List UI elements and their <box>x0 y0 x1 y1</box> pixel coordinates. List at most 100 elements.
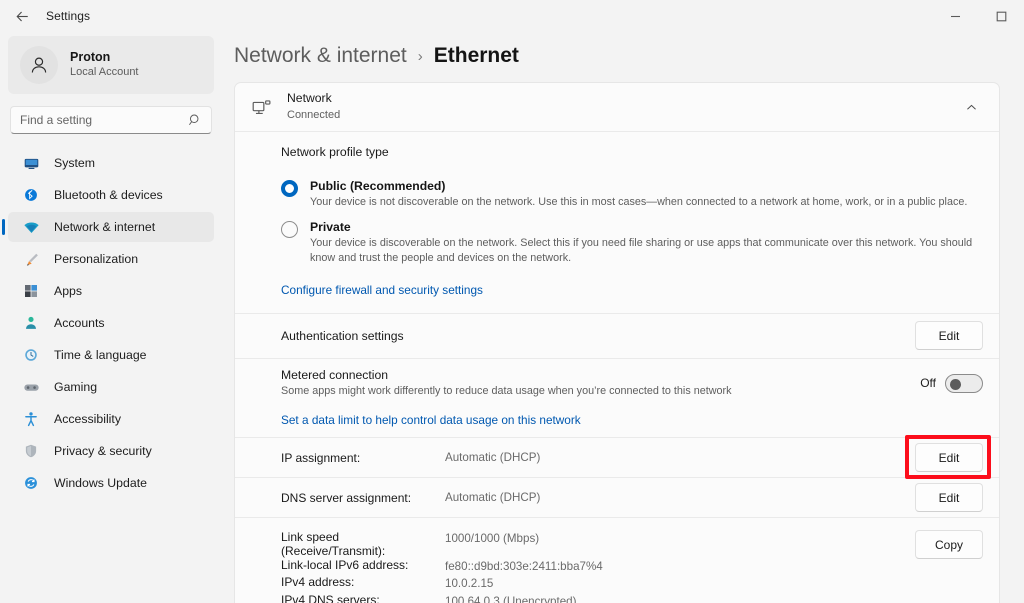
sidebar-item-accessibility[interactable]: Accessibility <box>8 404 214 434</box>
data-limit-link-row: Set a data limit to help control data us… <box>235 403 999 437</box>
sidebar-item-personalization[interactable]: Personalization <box>8 244 214 274</box>
title-bar: Settings <box>0 0 1024 32</box>
sidebar-item-label: Bluetooth & devices <box>54 188 163 202</box>
radio-indicator-public[interactable] <box>281 180 298 197</box>
network-details-list: Link speed (Receive/Transmit): 1000/1000… <box>281 530 915 603</box>
window-title: Settings <box>46 9 91 23</box>
breadcrumb-parent-link[interactable]: Network & internet <box>234 44 407 68</box>
detail-row: IPv4 DNS servers: 100.64.0.3 (Unencrypte… <box>281 593 915 603</box>
sidebar: Proton Local Account Find a setting Syst… <box>0 32 222 603</box>
detail-value: 100.64.0.3 (Unencrypted) 192.168.1.1 (Un… <box>445 594 577 603</box>
account-name: Proton <box>70 49 111 64</box>
metered-connection-toggle[interactable] <box>945 373 983 393</box>
toggle-knob <box>950 378 961 390</box>
sidebar-item-label: System <box>54 156 95 170</box>
detail-key: IPv4 DNS servers: <box>281 592 380 603</box>
metered-connection-description: Some apps might work differently to redu… <box>281 384 732 397</box>
window-body: Proton Local Account Find a setting Syst… <box>0 32 1024 603</box>
sidebar-item-label: Accessibility <box>54 412 121 426</box>
sidebar-item-privacy-security[interactable]: Privacy & security <box>8 436 214 466</box>
page-title: Ethernet <box>433 44 519 67</box>
radio-indicator-private[interactable] <box>281 220 298 238</box>
detail-key: IPv4 address: <box>281 575 355 590</box>
detail-row: Link speed (Receive/Transmit): 1000/1000… <box>281 530 915 558</box>
account-subtitle: Local Account <box>70 66 139 79</box>
gamepad-icon <box>22 378 40 396</box>
data-limit-link[interactable]: Set a data limit to help control data us… <box>281 413 581 427</box>
copy-details-button[interactable]: Copy <box>915 530 983 560</box>
network-card-header-text: Network Connected <box>287 91 340 122</box>
pc-monitor-icon <box>249 94 275 120</box>
breadcrumb: Network & internet › Ethernet <box>234 32 1000 82</box>
ip-assignment-edit-button[interactable]: Edit <box>915 443 983 473</box>
sidebar-item-system[interactable]: System <box>8 148 214 178</box>
sidebar-item-label: Apps <box>54 284 83 298</box>
configure-firewall-link[interactable]: Configure firewall and security settings <box>281 283 483 297</box>
sidebar-item-label: Personalization <box>54 252 139 266</box>
metered-connection-row: Metered connection Some apps might work … <box>235 359 999 403</box>
monitor-icon <box>22 154 40 172</box>
shield-icon <box>22 442 40 460</box>
detail-row: Link-local IPv6 address: fe80::d9bd:303e… <box>281 558 915 575</box>
sidebar-item-apps[interactable]: Apps <box>8 276 214 306</box>
network-card: Network Connected Network profile type P… <box>234 82 1000 603</box>
network-card-header[interactable]: Network Connected <box>235 83 999 131</box>
avatar <box>20 46 58 84</box>
radio-label-private: Private <box>310 219 351 234</box>
back-button[interactable] <box>6 0 38 32</box>
clock-icon <box>22 346 40 364</box>
sidebar-item-label: Gaming <box>54 380 98 394</box>
radio-body: Public (Recommended) Your device is not … <box>310 179 967 211</box>
sidebar-nav: System Bluetooth & devices Network & int… <box>2 148 214 498</box>
detail-value: fe80::d9bd:303e:2411:bba7%4 <box>445 560 603 574</box>
radio-label-public: Public (Recommended) <box>310 179 446 193</box>
network-profile-radio-group: Public (Recommended) Your device is not … <box>281 179 983 267</box>
radio-option-private[interactable]: Private Your device is discoverable on t… <box>281 220 983 267</box>
bluetooth-icon <box>22 186 40 204</box>
ip-assignment-row: IP assignment: Automatic (DHCP) Edit <box>235 438 999 477</box>
sidebar-item-time-language[interactable]: Time & language <box>8 340 214 370</box>
ip-assignment-label: IP assignment: <box>281 450 361 465</box>
sidebar-item-windows-update[interactable]: Windows Update <box>8 468 214 498</box>
metered-connection-label: Metered connection <box>281 367 389 382</box>
chevron-up-icon[interactable] <box>959 95 983 119</box>
network-profile-section: Network profile type Public (Recommended… <box>235 132 999 313</box>
wifi-icon <box>22 218 40 236</box>
network-details-section: Link speed (Receive/Transmit): 1000/1000… <box>235 518 999 603</box>
metered-connection-text: Metered connection Some apps might work … <box>281 368 920 399</box>
detail-row: IPv4 address: 10.0.2.15 <box>281 575 915 592</box>
sidebar-item-label: Time & language <box>54 348 147 362</box>
sidebar-item-label: Accounts <box>54 316 105 330</box>
ip-assignment-wrap: IP assignment: Automatic (DHCP) Edit <box>235 435 999 480</box>
detail-value: 10.0.2.15 <box>445 577 494 591</box>
person-icon <box>22 314 40 332</box>
sidebar-item-bluetooth-devices[interactable]: Bluetooth & devices <box>8 180 214 210</box>
detail-key: Link-local IPv6 address: <box>281 558 409 573</box>
accessibility-icon <box>22 410 40 428</box>
sidebar-item-accounts[interactable]: Accounts <box>8 308 214 338</box>
dns-assignment-row: DNS server assignment: Automatic (DHCP) … <box>235 478 999 517</box>
search-box[interactable] <box>10 106 212 134</box>
apps-grid-icon <box>22 282 40 300</box>
radio-body: Private Your device is discoverable on t… <box>310 220 980 267</box>
radio-description-public: Your device is not discoverable on the n… <box>310 196 968 208</box>
sidebar-item-network-internet[interactable]: Network & internet <box>2 212 214 242</box>
settings-window: Settings Proton Local Account Find a set… <box>0 0 1024 603</box>
minimize-button[interactable] <box>932 0 978 32</box>
window-controls <box>932 0 1024 32</box>
metered-toggle-state: Off <box>920 376 936 391</box>
network-profile-title: Network profile type <box>281 145 389 159</box>
dns-assignment-label: DNS server assignment: <box>281 490 412 505</box>
account-card[interactable]: Proton Local Account <box>8 36 214 94</box>
sidebar-item-label: Windows Update <box>54 476 147 490</box>
authentication-edit-button[interactable]: Edit <box>915 321 983 351</box>
search-icon <box>188 113 202 127</box>
dns-assignment-edit-button[interactable]: Edit <box>915 483 983 513</box>
sidebar-item-gaming[interactable]: Gaming <box>8 372 214 402</box>
radio-description-private: Your device is discoverable on the netwo… <box>310 236 973 265</box>
ip-assignment-value: Automatic (DHCP) <box>445 450 541 464</box>
search-input[interactable] <box>20 113 188 127</box>
maximize-button[interactable] <box>978 0 1024 32</box>
account-text: Proton Local Account <box>70 50 139 80</box>
radio-option-public[interactable]: Public (Recommended) Your device is not … <box>281 179 983 211</box>
